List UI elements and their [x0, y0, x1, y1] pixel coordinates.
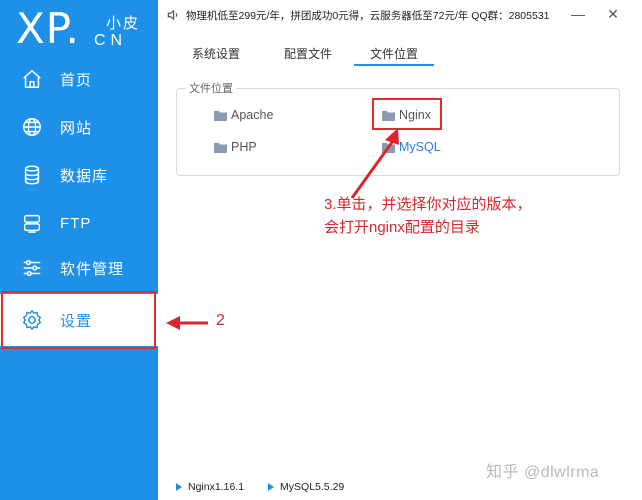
status-nginx-label: Nginx1.16.1 — [188, 481, 245, 493]
play-icon — [176, 483, 182, 491]
watermark: 知乎 @dlwlrma — [486, 464, 600, 481]
annotation-step3-line1: 3.单击，并选择你对应的版本， — [324, 196, 532, 213]
play-icon — [268, 483, 275, 491]
arrow-to-settings — [166, 316, 208, 330]
status-mysql: MySQL5.5.29 — [268, 481, 344, 493]
status-mysql-label: MySQL5.5.29 — [280, 481, 345, 493]
annotation-step2: 2 — [216, 312, 225, 329]
status-nginx: Nginx1.16.1 — [176, 481, 244, 493]
annotation-step3: 3.单击，并选择你对应的版本， 会打开nginx配置的目录 — [324, 193, 532, 239]
annotation-step3-line2: 会打开nginx配置的目录 — [324, 219, 480, 236]
annotation-arrows — [166, 128, 399, 330]
arrow-to-nginx — [350, 128, 399, 199]
